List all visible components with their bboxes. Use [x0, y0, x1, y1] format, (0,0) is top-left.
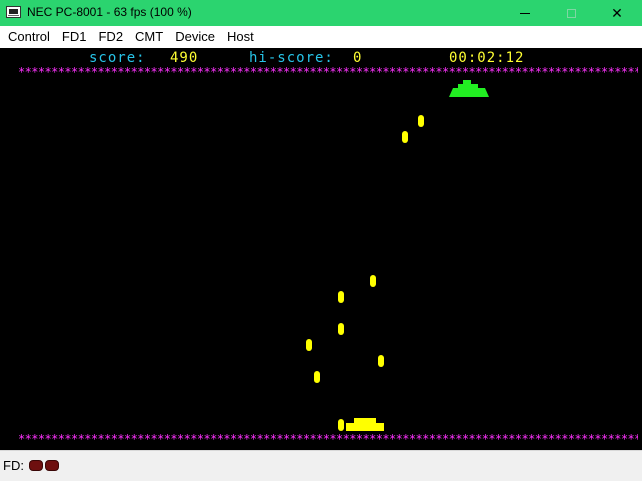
fd-status-label: FD: — [3, 458, 24, 473]
score-label: score: — [89, 50, 146, 66]
menu-fd1[interactable]: FD1 — [56, 26, 93, 48]
close-button[interactable]: ✕ — [594, 0, 640, 26]
score-value: 490 — [170, 50, 199, 66]
bullet — [338, 291, 344, 303]
menu-cmt[interactable]: CMT — [129, 26, 169, 48]
minimize-icon — [520, 12, 530, 14]
game-timer: 00:02:12 — [449, 50, 525, 66]
emulator-screen[interactable]: score: 490 hi-score: 0 00:02:12 ********… — [0, 48, 642, 450]
top-border: ****************************************… — [18, 66, 638, 78]
maximize-icon — [566, 8, 576, 18]
minimize-button[interactable] — [502, 0, 548, 26]
hiscore-value: 0 — [353, 50, 363, 66]
fd-led-1 — [29, 460, 43, 471]
enemy-ship — [449, 80, 489, 97]
window-title: NEC PC-8001 - 63 fps (100 %) — [27, 5, 192, 19]
bottom-border: ****************************************… — [18, 433, 638, 445]
player-ship — [346, 418, 384, 431]
maximize-button[interactable] — [548, 0, 594, 26]
fd-led-2 — [45, 460, 59, 471]
bullet — [378, 355, 384, 367]
hiscore-label: hi-score: — [249, 50, 334, 66]
menu-host[interactable]: Host — [221, 26, 260, 48]
title-bar[interactable]: NEC PC-8001 - 63 fps (100 %) ✕ — [0, 0, 642, 26]
bullet — [402, 131, 408, 143]
menu-bar: Control FD1 FD2 CMT Device Host — [0, 26, 642, 48]
bullet — [306, 339, 312, 351]
computer-icon[interactable] — [6, 6, 21, 18]
menu-fd2[interactable]: FD2 — [92, 26, 129, 48]
bullet — [338, 323, 344, 335]
bullet — [370, 275, 376, 287]
status-bar: FD: — [0, 450, 642, 481]
bullet — [418, 115, 424, 127]
close-icon: ✕ — [611, 4, 623, 21]
bullet — [314, 371, 320, 383]
menu-control[interactable]: Control — [0, 26, 56, 48]
menu-device[interactable]: Device — [169, 26, 221, 48]
